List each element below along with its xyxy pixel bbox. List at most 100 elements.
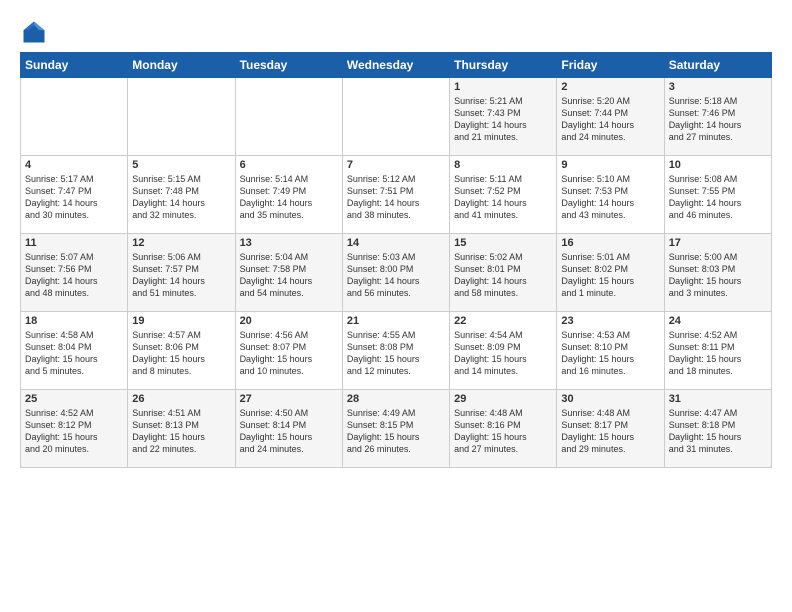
cell-content: Sunrise: 5:15 AM Sunset: 7:48 PM Dayligh… (132, 173, 230, 222)
cell-content: Sunrise: 5:01 AM Sunset: 8:02 PM Dayligh… (561, 251, 659, 300)
day-number: 18 (25, 315, 123, 327)
calendar-table: SundayMondayTuesdayWednesdayThursdayFrid… (20, 52, 772, 468)
day-cell: 12Sunrise: 5:06 AM Sunset: 7:57 PM Dayli… (128, 234, 235, 312)
cell-content: Sunrise: 4:52 AM Sunset: 8:11 PM Dayligh… (669, 329, 767, 378)
day-cell: 14 Sunrise: 5:03 AM Sunset: 8:00 PM Dayli… (342, 234, 449, 312)
day-number: 1 (454, 81, 552, 93)
logo (20, 18, 52, 46)
day-cell: 22 Sunrise: 4:54 AM Sunset: 8:09 PM Dayli… (450, 312, 557, 390)
cell-content: Sunrise: 4:56 AM Sunset: 8:07 PM Dayligh… (240, 329, 338, 378)
week-row-5: 25Sunrise: 4:52 AM Sunset: 8:12 PM Dayli… (21, 390, 772, 468)
cell-content: Sunrise: 5:11 AM Sunset: 7:52 PM Dayligh… (454, 173, 552, 222)
day-cell: 21Sunrise: 4:55 AM Sunset: 8:08 PM Dayli… (342, 312, 449, 390)
day-number: 24 (669, 315, 767, 327)
day-cell: 4 Sunrise: 5:17 AM Sunset: 7:47 PM Daylig… (21, 156, 128, 234)
day-number: 14 (347, 237, 445, 249)
cell-content: Sunrise: 5:00 AM Sunset: 8:03 PM Dayligh… (669, 251, 767, 300)
cell-content: Sunrise: 5:08 AM Sunset: 7:55 PM Dayligh… (669, 173, 767, 222)
day-number: 8 (454, 159, 552, 171)
day-number: 15 (454, 237, 552, 249)
cell-content: Sunrise: 4:54 AM Sunset: 8:09 PM Dayligh… (454, 329, 552, 378)
day-number: 7 (347, 159, 445, 171)
day-number: 23 (561, 315, 659, 327)
day-cell: 2Sunrise: 5:20 AM Sunset: 7:44 PM Daylig… (557, 78, 664, 156)
cell-content: Sunrise: 5:21 AM Sunset: 7:43 PM Dayligh… (454, 95, 552, 144)
day-cell: 19 Sunrise: 4:57 AM Sunset: 8:06 PM Dayli… (128, 312, 235, 390)
logo-icon (20, 18, 48, 46)
cell-content: Sunrise: 4:47 AM Sunset: 8:18 PM Dayligh… (669, 407, 767, 456)
day-cell: 15 Sunrise: 5:02 AM Sunset: 8:01 PM Dayli… (450, 234, 557, 312)
week-row-1: 1 Sunrise: 5:21 AM Sunset: 7:43 PM Daylig… (21, 78, 772, 156)
day-cell (21, 78, 128, 156)
header (20, 18, 772, 46)
day-cell: 11 Sunrise: 5:07 AM Sunset: 7:56 PM Dayli… (21, 234, 128, 312)
day-number: 9 (561, 159, 659, 171)
header-cell-sunday: Sunday (21, 53, 128, 78)
week-row-2: 4 Sunrise: 5:17 AM Sunset: 7:47 PM Daylig… (21, 156, 772, 234)
cell-content: Sunrise: 4:50 AM Sunset: 8:14 PM Dayligh… (240, 407, 338, 456)
day-cell: 29 Sunrise: 4:48 AM Sunset: 8:16 PM Dayli… (450, 390, 557, 468)
day-number: 28 (347, 393, 445, 405)
cell-content: Sunrise: 4:48 AM Sunset: 8:16 PM Dayligh… (454, 407, 552, 456)
day-number: 10 (669, 159, 767, 171)
cell-content: Sunrise: 4:55 AM Sunset: 8:08 PM Dayligh… (347, 329, 445, 378)
header-row: SundayMondayTuesdayWednesdayThursdayFrid… (21, 53, 772, 78)
day-cell: 26 Sunrise: 4:51 AM Sunset: 8:13 PM Dayli… (128, 390, 235, 468)
cell-content: Sunrise: 5:07 AM Sunset: 7:56 PM Dayligh… (25, 251, 123, 300)
day-number: 13 (240, 237, 338, 249)
day-cell: 24 Sunrise: 4:52 AM Sunset: 8:11 PM Dayli… (664, 312, 771, 390)
day-cell: 13 Sunrise: 5:04 AM Sunset: 7:58 PM Dayli… (235, 234, 342, 312)
day-number: 17 (669, 237, 767, 249)
cell-content: Sunrise: 4:58 AM Sunset: 8:04 PM Dayligh… (25, 329, 123, 378)
day-number: 31 (669, 393, 767, 405)
week-row-3: 11 Sunrise: 5:07 AM Sunset: 7:56 PM Dayli… (21, 234, 772, 312)
day-number: 4 (25, 159, 123, 171)
cell-content: Sunrise: 5:14 AM Sunset: 7:49 PM Dayligh… (240, 173, 338, 222)
day-cell: 20 Sunrise: 4:56 AM Sunset: 8:07 PM Dayli… (235, 312, 342, 390)
cell-content: Sunrise: 5:17 AM Sunset: 7:47 PM Dayligh… (25, 173, 123, 222)
cell-content: Sunrise: 5:02 AM Sunset: 8:01 PM Dayligh… (454, 251, 552, 300)
day-cell: 27 Sunrise: 4:50 AM Sunset: 8:14 PM Dayli… (235, 390, 342, 468)
day-cell: 7 Sunrise: 5:12 AM Sunset: 7:51 PM Daylig… (342, 156, 449, 234)
day-cell (235, 78, 342, 156)
day-number: 6 (240, 159, 338, 171)
cell-content: Sunrise: 5:18 AM Sunset: 7:46 PM Dayligh… (669, 95, 767, 144)
day-cell: 28 Sunrise: 4:49 AM Sunset: 8:15 PM Dayli… (342, 390, 449, 468)
day-cell: 1 Sunrise: 5:21 AM Sunset: 7:43 PM Daylig… (450, 78, 557, 156)
day-number: 11 (25, 237, 123, 249)
day-cell (128, 78, 235, 156)
cell-content: Sunrise: 4:53 AM Sunset: 8:10 PM Dayligh… (561, 329, 659, 378)
day-number: 29 (454, 393, 552, 405)
header-cell-saturday: Saturday (664, 53, 771, 78)
day-number: 22 (454, 315, 552, 327)
cell-content: Sunrise: 4:48 AM Sunset: 8:17 PM Dayligh… (561, 407, 659, 456)
day-number: 30 (561, 393, 659, 405)
day-cell: 18 Sunrise: 4:58 AM Sunset: 8:04 PM Dayli… (21, 312, 128, 390)
day-cell: 8 Sunrise: 5:11 AM Sunset: 7:52 PM Daylig… (450, 156, 557, 234)
calendar-body: 1 Sunrise: 5:21 AM Sunset: 7:43 PM Daylig… (21, 78, 772, 468)
day-cell: 10 Sunrise: 5:08 AM Sunset: 7:55 PM Dayli… (664, 156, 771, 234)
day-cell: 5Sunrise: 5:15 AM Sunset: 7:48 PM Daylig… (128, 156, 235, 234)
cell-content: Sunrise: 5:10 AM Sunset: 7:53 PM Dayligh… (561, 173, 659, 222)
cell-content: Sunrise: 5:03 AM Sunset: 8:00 PM Dayligh… (347, 251, 445, 300)
day-cell: 9 Sunrise: 5:10 AM Sunset: 7:53 PM Daylig… (557, 156, 664, 234)
week-row-4: 18 Sunrise: 4:58 AM Sunset: 8:04 PM Dayli… (21, 312, 772, 390)
day-cell (342, 78, 449, 156)
day-cell: 31 Sunrise: 4:47 AM Sunset: 8:18 PM Dayli… (664, 390, 771, 468)
cell-content: Sunrise: 4:49 AM Sunset: 8:15 PM Dayligh… (347, 407, 445, 456)
calendar-header: SundayMondayTuesdayWednesdayThursdayFrid… (21, 53, 772, 78)
cell-content: Sunrise: 5:06 AM Sunset: 7:57 PM Dayligh… (132, 251, 230, 300)
cell-content: Sunrise: 5:12 AM Sunset: 7:51 PM Dayligh… (347, 173, 445, 222)
cell-content: Sunrise: 4:57 AM Sunset: 8:06 PM Dayligh… (132, 329, 230, 378)
cell-content: Sunrise: 5:20 AM Sunset: 7:44 PM Dayligh… (561, 95, 659, 144)
day-number: 20 (240, 315, 338, 327)
cell-content: Sunrise: 5:04 AM Sunset: 7:58 PM Dayligh… (240, 251, 338, 300)
day-cell: 17 Sunrise: 5:00 AM Sunset: 8:03 PM Dayli… (664, 234, 771, 312)
day-number: 19 (132, 315, 230, 327)
header-cell-tuesday: Tuesday (235, 53, 342, 78)
day-number: 3 (669, 81, 767, 93)
day-number: 26 (132, 393, 230, 405)
cell-content: Sunrise: 4:51 AM Sunset: 8:13 PM Dayligh… (132, 407, 230, 456)
day-cell: 16Sunrise: 5:01 AM Sunset: 8:02 PM Dayli… (557, 234, 664, 312)
day-number: 27 (240, 393, 338, 405)
